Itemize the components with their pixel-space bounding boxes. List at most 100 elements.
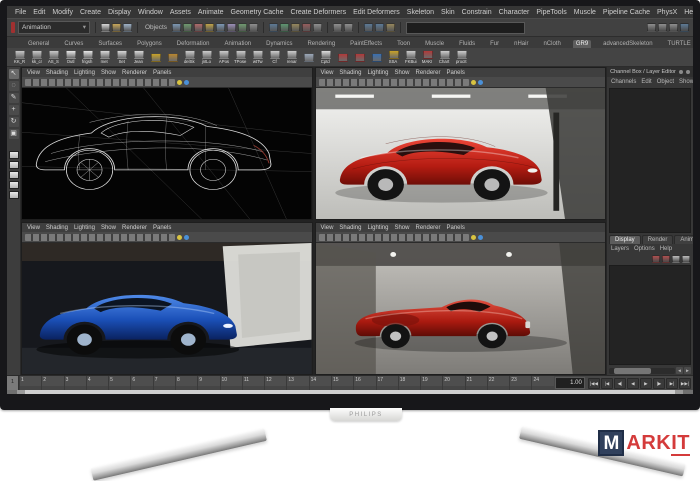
menu-set-selector[interactable]: Animation ▾ — [18, 21, 90, 34]
shelf-tab-dynamics[interactable]: Dynamics — [263, 40, 295, 48]
shelf-item-chart[interactable]: Chart — [437, 49, 452, 65]
menubar-item-skeleton[interactable]: Skeleton — [407, 9, 434, 16]
select-hierarchy-icon[interactable] — [172, 23, 182, 32]
timeline-frame-13[interactable]: 13 — [286, 376, 309, 390]
outliner-persp-layout[interactable] — [8, 191, 19, 199]
step-fwd-frame-button[interactable]: ▶| — [665, 377, 678, 389]
timeline-frame-7[interactable]: 7 — [152, 376, 175, 390]
viewport-scene-wireframe[interactable] — [22, 88, 312, 219]
timeline-frame-19[interactable]: 19 — [420, 376, 443, 390]
timeline-frame-2[interactable]: 2 — [41, 376, 64, 390]
go-to-start-button[interactable]: |◀◀ — [587, 377, 600, 389]
shelf-tab-deformation[interactable]: Deformation — [174, 40, 213, 48]
vp-menu-view[interactable]: View — [27, 225, 40, 231]
timeline-frame-20[interactable]: 20 — [442, 376, 465, 390]
timeline-frame-3[interactable]: 3 — [63, 376, 86, 390]
shelf-tab-rendering[interactable]: Rendering — [304, 40, 338, 48]
scrollbar-thumb[interactable] — [614, 367, 651, 374]
menubar-item-create[interactable]: Create — [80, 9, 101, 16]
timeline-frame-1[interactable]: 1 — [19, 376, 42, 390]
shelf-item-met[interactable]: met — [97, 49, 112, 65]
viewport-bottom-left[interactable]: View Shading Lighting Show Renderer Panels — [21, 222, 313, 375]
shelf-item-icon[interactable] — [335, 52, 350, 62]
timeline-frame-4[interactable]: 4 — [85, 376, 109, 390]
construction-history-icon[interactable] — [333, 23, 343, 32]
shelf-item-fkbui[interactable]: FKBui — [403, 49, 418, 65]
panel-close-icon[interactable] — [685, 70, 690, 74]
play-backwards-button[interactable]: ◀ — [626, 377, 639, 389]
timeline-frame-8[interactable]: 8 — [174, 376, 198, 390]
layer-editor-tab-render[interactable]: Render — [641, 234, 674, 244]
move-layer-up-icon[interactable] — [672, 254, 680, 263]
viewport-scene-blue-car[interactable] — [22, 243, 312, 374]
shelf-tab-general[interactable]: General — [25, 40, 52, 48]
vp-menu-show[interactable]: Show — [101, 225, 116, 231]
menubar-item-help[interactable]: Help — [684, 9, 693, 16]
select-surfaces-icon[interactable] — [238, 23, 248, 32]
timeline-frame-24[interactable]: 24 — [531, 376, 554, 390]
timeline-frame-6[interactable]: 6 — [130, 376, 153, 390]
channel-box-menu-show[interactable]: Show — [679, 79, 693, 85]
menubar-item-muscle[interactable]: Muscle — [574, 9, 596, 16]
vp-menu-view[interactable]: View — [321, 70, 334, 76]
vp-menu-shading[interactable]: Shading — [46, 225, 68, 231]
timeline-frame-9[interactable]: 9 — [197, 376, 220, 390]
menubar-item-edit-deformers[interactable]: Edit Deformers — [353, 9, 400, 16]
layer-editor-menu-options[interactable]: Options — [634, 246, 655, 252]
menubar-item-physx[interactable]: PhysX — [657, 9, 677, 16]
menubar-item-file[interactable]: File — [15, 9, 26, 16]
show-tool-settings-icon[interactable] — [658, 23, 668, 32]
shelf-item-set[interactable]: Set — [114, 49, 129, 65]
layer-editor-menu-help[interactable]: Help — [660, 246, 672, 252]
timeline-frame-15[interactable]: 15 — [330, 376, 354, 390]
shelf-item-renar[interactable]: renar — [284, 49, 299, 65]
timeline-frame-16[interactable]: 16 — [353, 376, 376, 390]
scroll-right-icon[interactable]: ► — [684, 367, 691, 374]
scale-tool[interactable]: ▣ — [8, 129, 19, 139]
shelf-tab-toon[interactable]: Toon — [394, 40, 413, 48]
channel-box-menu-object[interactable]: Object — [657, 79, 674, 85]
timeline-frame-17[interactable]: 17 — [375, 376, 398, 390]
vp-menu-shading[interactable]: Shading — [339, 225, 361, 231]
menubar-item-create-deformers[interactable]: Create Deformers — [290, 9, 346, 16]
textured-mode-icon[interactable] — [184, 79, 189, 85]
select-component-icon[interactable] — [194, 23, 204, 32]
timeline-frame-10[interactable]: 10 — [219, 376, 242, 390]
textured-mode-icon[interactable] — [184, 234, 189, 240]
shelf-item-frigsh[interactable]: frigsh — [80, 49, 95, 65]
menubar-item-geometry-cache[interactable]: Geometry Cache — [231, 9, 284, 16]
shelf-item-ssa[interactable]: SSA — [386, 49, 401, 65]
range-start-handle[interactable] — [17, 390, 26, 394]
layer-list-empty-area[interactable] — [609, 264, 691, 365]
timeline-frame-5[interactable]: 5 — [108, 376, 131, 390]
timeline-frame-23[interactable]: 23 — [509, 376, 532, 390]
range-end-handle[interactable] — [674, 390, 683, 394]
status-collapse-icon[interactable] — [11, 22, 15, 33]
timeline-ruler[interactable]: 1 2 3 4 5 6 7 8 9 10 11 12 13 14 15 16 17 18 19 20 21 22 23 24 — [19, 376, 554, 390]
go-to-end-button[interactable]: ▶▶| — [678, 377, 691, 389]
timeline-frame-14[interactable]: 14 — [308, 376, 331, 390]
shelf-tab-fur[interactable]: Fur — [487, 40, 502, 48]
new-empty-layer-icon[interactable] — [652, 254, 660, 263]
shelf-item-jntlo[interactable]: jntLo — [199, 49, 214, 65]
step-back-frame-button[interactable]: |◀ — [600, 377, 613, 389]
viewport-toolbar-icons[interactable] — [318, 233, 469, 241]
range-slider-bar[interactable] — [17, 390, 683, 394]
open-scene-icon[interactable] — [112, 23, 121, 32]
snap-to-grid-icon[interactable] — [269, 23, 279, 32]
channel-box-titlebar[interactable]: Channel Box / Layer Editor — [607, 67, 693, 77]
menubar-item-window[interactable]: Window — [138, 9, 163, 16]
vp-menu-view[interactable]: View — [27, 70, 40, 76]
timeline-frame-22[interactable]: 22 — [486, 376, 510, 390]
menubar-item-constrain[interactable]: Constrain — [462, 9, 492, 16]
menubar-item-edit[interactable]: Edit — [33, 9, 45, 16]
viewport-toolbar-icons[interactable] — [25, 78, 175, 86]
vp-menu-show[interactable]: Show — [394, 70, 409, 76]
four-pane-layout[interactable] — [8, 161, 19, 169]
default-lighting-icon[interactable] — [470, 79, 476, 85]
shelf-tab-surfaces[interactable]: Surfaces — [95, 40, 125, 48]
shelf-item-icon[interactable] — [301, 52, 316, 62]
timeline-frame-11[interactable]: 11 — [241, 376, 265, 390]
snap-to-plane-icon[interactable] — [302, 23, 312, 32]
select-object-icon[interactable] — [183, 23, 193, 32]
